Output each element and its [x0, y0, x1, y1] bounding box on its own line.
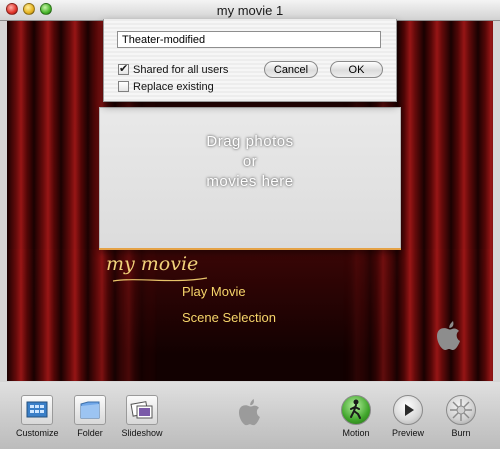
preview-tool[interactable]: Preview — [390, 395, 426, 438]
app-window: my movie 1 Drag photos or movies here my… — [0, 0, 500, 449]
shared-checkbox-row[interactable]: Shared for all users — [118, 62, 229, 76]
replace-checkbox[interactable] — [118, 81, 129, 92]
menu-title[interactable]: my movie — [106, 253, 198, 275]
menu-item-play-movie[interactable]: Play Movie — [182, 284, 246, 299]
aperture-icon — [450, 399, 472, 421]
apple-logo-icon — [437, 321, 460, 350]
motion-button[interactable] — [341, 395, 371, 425]
shared-checkbox-label: Shared for all users — [133, 64, 229, 76]
folder-label: Folder — [77, 428, 103, 438]
folder-tool[interactable]: Folder — [70, 395, 110, 438]
title-bar: my movie 1 — [0, 0, 500, 21]
drop-zone-hint: Drag photos or movies here — [206, 133, 294, 190]
slideshow-tool[interactable]: Slideshow — [120, 395, 164, 438]
customize-tool[interactable]: Customize — [16, 395, 59, 438]
replace-checkbox-row[interactable]: Replace existing — [118, 81, 214, 93]
customize-button[interactable] — [21, 395, 53, 425]
burn-button[interactable] — [446, 395, 476, 425]
customize-icon — [26, 401, 48, 418]
apple-logo-icon — [239, 398, 260, 426]
burn-tool[interactable]: Burn — [443, 395, 479, 438]
preview-label: Preview — [391, 428, 424, 438]
walking-figure-icon — [350, 399, 361, 419]
play-icon — [405, 404, 414, 416]
slideshow-icon — [130, 401, 153, 419]
burn-label: Burn — [451, 428, 471, 438]
drop-zone-edge — [99, 248, 401, 250]
motion-tool[interactable]: Motion — [338, 395, 374, 438]
menu-item-scene-selection[interactable]: Scene Selection — [182, 310, 276, 325]
media-drop-zone[interactable]: Drag photos or movies here — [99, 107, 401, 250]
cancel-button[interactable]: Cancel — [264, 61, 318, 78]
preview-button[interactable] — [393, 395, 423, 425]
window-title: my movie 1 — [216, 3, 284, 18]
motion-label: Motion — [342, 428, 370, 438]
replace-checkbox-label: Replace existing — [133, 81, 214, 93]
shared-checkbox[interactable] — [118, 62, 129, 75]
slideshow-label: Slideshow — [121, 428, 163, 438]
folder-icon — [80, 401, 100, 419]
save-theme-sheet: Shared for all users Replace existing Ca… — [103, 19, 397, 102]
customize-label: Customize — [16, 428, 59, 438]
theme-name-field[interactable] — [117, 31, 381, 48]
ok-button[interactable]: OK — [330, 61, 383, 78]
folder-button[interactable] — [74, 395, 106, 425]
slideshow-button[interactable] — [126, 395, 158, 425]
